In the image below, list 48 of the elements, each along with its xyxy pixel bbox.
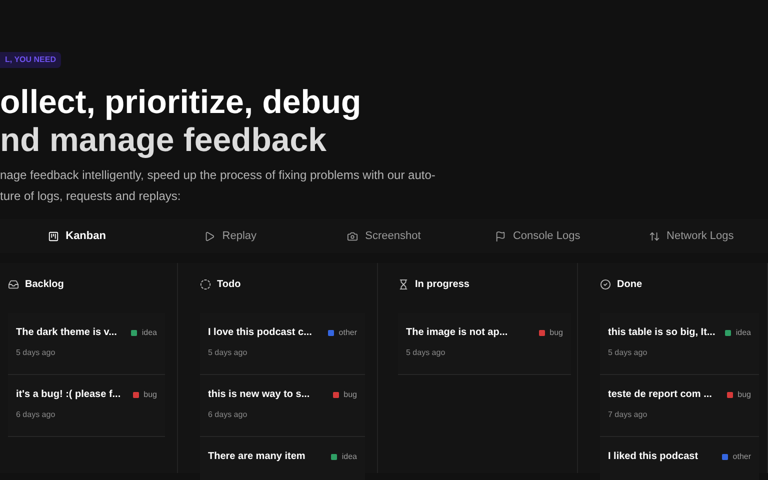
section-badge: L, YOU NEED (0, 52, 61, 68)
card-time: 7 days ago (608, 409, 648, 421)
tag-label: idea (142, 326, 157, 338)
tag-label: bug (144, 388, 157, 400)
arrows-icon (648, 230, 660, 242)
card-title: The image is not ap... (406, 326, 508, 340)
tag-label: bug (344, 388, 357, 400)
description-text: ture of logs, requests and replays: (0, 188, 181, 205)
card-time: 5 days ago (608, 347, 648, 359)
tab[interactable]: Network Logs (614, 228, 768, 244)
column-title: Backlog (25, 278, 64, 292)
check-circle-icon (600, 278, 611, 290)
card-title: I love this podcast c... (208, 326, 312, 340)
tag-label: other (338, 326, 357, 338)
description-text: nage feedback intelligently, speed up the process of fixing problems with our auto- (0, 167, 436, 184)
tag-label: other (732, 450, 751, 462)
card-time: 6 days ago (16, 409, 56, 421)
tag-label: idea (736, 326, 751, 338)
dashed-circle-icon (200, 278, 211, 290)
headline: ollect, prioritize, debug (0, 83, 362, 121)
column-title: Todo (217, 278, 241, 292)
flag-icon (494, 230, 506, 242)
headline: nd manage feedback (0, 121, 326, 159)
card-title: this is new way to s... (208, 388, 310, 402)
card-time: 6 days ago (208, 409, 248, 421)
play-icon (204, 230, 216, 242)
tag-label: bug (550, 326, 563, 338)
tab[interactable]: Kanban (0, 228, 154, 244)
card-title: teste de report com ... (608, 388, 712, 402)
card-title: I liked this podcast (608, 450, 698, 464)
kanban-icon (48, 230, 59, 242)
card-title: The dark theme is v... (16, 326, 117, 340)
column-title: In progress (415, 278, 470, 292)
column-title: Done (617, 278, 642, 292)
card-time: 5 days ago (406, 347, 446, 359)
inbox-icon (8, 278, 19, 290)
tag-label: idea (342, 450, 357, 462)
tag-label: bug (738, 388, 751, 400)
card-title: There are many item (208, 450, 306, 464)
hourglass-icon (398, 278, 409, 290)
tab[interactable]: Replay (154, 228, 308, 244)
card-title: it's a bug! :( please f... (16, 388, 121, 402)
card-time: 5 days ago (16, 347, 56, 359)
card-title: this table is so big, It... (608, 326, 716, 340)
camera-icon (347, 230, 358, 242)
card-time: 5 days ago (208, 347, 248, 359)
tab[interactable]: Console Logs (460, 228, 614, 244)
tab[interactable]: Screenshot (307, 228, 461, 244)
